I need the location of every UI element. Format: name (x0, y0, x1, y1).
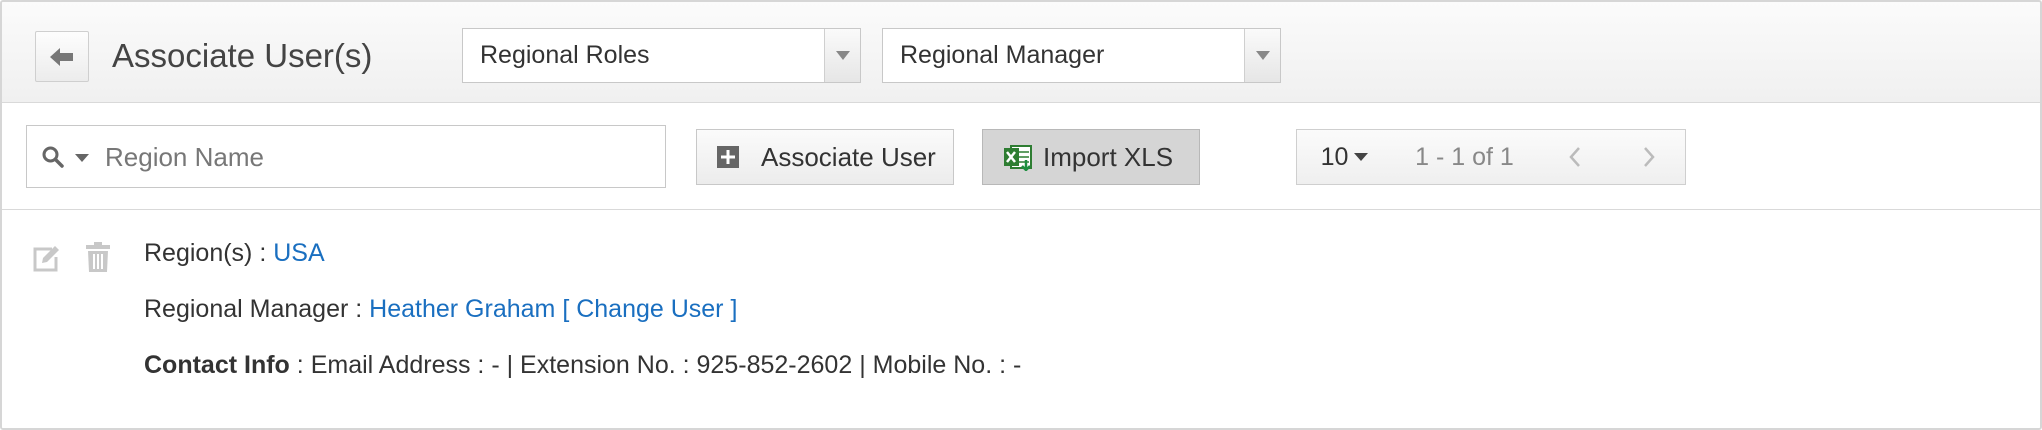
chevron-left-icon (1568, 147, 1580, 167)
manager-line: Regional Manager : Heather Graham [ Chan… (144, 295, 737, 324)
caret-down-icon (1354, 153, 1369, 161)
extension-value: 925-852-2602 (696, 351, 853, 379)
import-xls-label: Import XLS (1043, 141, 1174, 172)
trash-icon[interactable] (85, 242, 111, 272)
role-type-value: Regional Roles (480, 41, 650, 69)
role-type-select[interactable]: Regional Roles (462, 28, 861, 83)
caret-down-icon[interactable] (75, 154, 89, 162)
region-label: Region(s) : (144, 239, 267, 267)
previous-page-button[interactable] (1537, 129, 1613, 185)
manager-label: Regional Manager : (144, 295, 363, 323)
divider: | (859, 351, 866, 379)
back-arrow-icon (50, 47, 73, 66)
contact-line: Contact Info : Email Address : - | Exten… (144, 351, 1021, 380)
panel-header: Associate User(s) Regional Roles Regiona… (2, 2, 2040, 103)
manager-link[interactable]: Heather Graham (369, 295, 555, 323)
import-xls-button[interactable]: Import XLS (982, 129, 1200, 185)
associate-users-panel: Associate User(s) Regional Roles Regiona… (0, 0, 2042, 430)
page-size-value: 10 (1320, 142, 1349, 171)
region-line: Region(s) : USA (144, 239, 325, 268)
search-icon[interactable] (41, 145, 65, 169)
record-row: Region(s) : USA Regional Manager : Heath… (2, 210, 2040, 428)
next-page-button[interactable] (1612, 129, 1686, 185)
associate-user-button[interactable]: Associate User (696, 129, 954, 185)
page-info: 1 - 1 of 1 (1392, 129, 1538, 185)
email-text: Email Address : - (310, 351, 500, 379)
contact-separator: : (296, 351, 304, 379)
associate-user-label: Associate User (761, 141, 936, 172)
page-title: Associate User(s) (112, 37, 373, 74)
role-value: Regional Manager (900, 41, 1105, 69)
role-select[interactable]: Regional Manager (882, 28, 1281, 83)
extension-label: Extension No. : (520, 351, 690, 379)
toolbar: Associate User Import XLS 10 1 - 1 of 1 (2, 103, 2040, 210)
divider: | (506, 351, 514, 379)
plus-icon (717, 146, 739, 168)
page-size-select[interactable]: 10 (1296, 129, 1393, 185)
contact-label: Contact Info (144, 351, 290, 379)
excel-icon (1004, 145, 1032, 171)
mobile-text: Mobile No. : - (872, 351, 1022, 379)
region-link[interactable]: USA (273, 239, 324, 267)
back-button[interactable] (35, 31, 89, 82)
page-info-text: 1 - 1 of 1 (1415, 142, 1514, 171)
dropdown-arrow-icon[interactable] (824, 29, 860, 82)
search-box[interactable] (26, 125, 666, 188)
chevron-right-icon (1643, 147, 1655, 167)
dropdown-arrow-icon[interactable] (1244, 29, 1280, 82)
change-user-link[interactable]: [ Change User ] (562, 295, 737, 323)
edit-icon[interactable] (32, 244, 62, 272)
search-input[interactable] (103, 134, 647, 180)
